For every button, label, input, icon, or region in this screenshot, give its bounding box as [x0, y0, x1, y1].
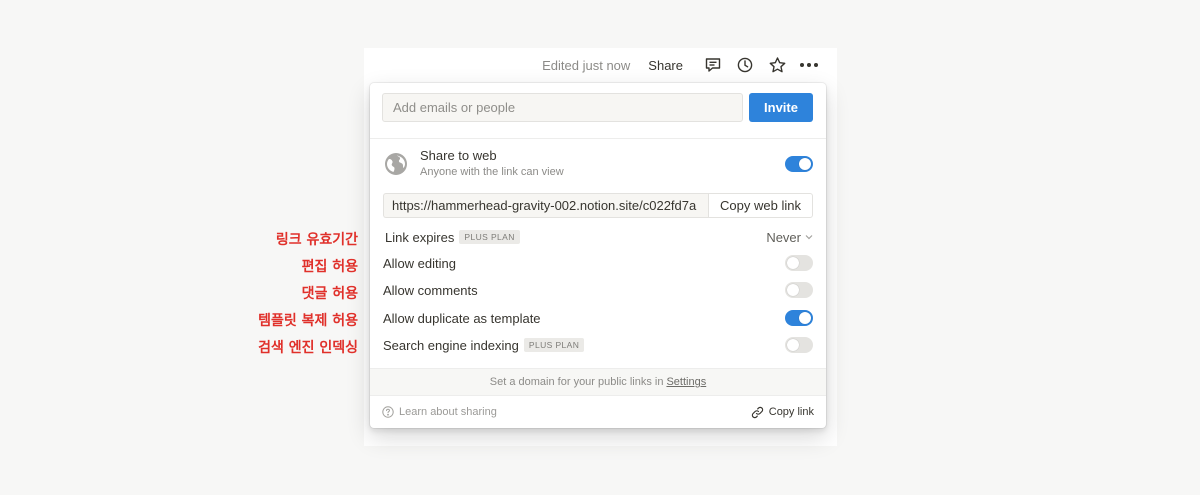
learn-about-sharing-link[interactable]: Learn about sharing — [382, 406, 497, 418]
toggle-knob — [787, 284, 799, 296]
share-to-web-title: Share to web — [420, 148, 497, 163]
allow-comments-row: Allow comments — [383, 280, 813, 300]
share-to-web-toggle[interactable] — [785, 156, 813, 172]
globe-icon — [385, 153, 407, 175]
toggle-knob — [787, 257, 799, 269]
more-icon[interactable] — [793, 51, 825, 79]
allow-duplicate-toggle[interactable] — [785, 310, 813, 326]
page-topbar: Edited just now Share — [364, 48, 837, 82]
help-icon — [382, 406, 394, 418]
allow-editing-label: Allow editing — [383, 255, 456, 271]
share-button[interactable]: Share — [648, 58, 683, 73]
invite-row: Invite — [382, 93, 813, 122]
web-link-url[interactable]: https://hammerhead-gravity-002.notion.si… — [383, 193, 708, 218]
link-icon — [751, 406, 763, 418]
link-expires-label: Link expires — [385, 229, 455, 245]
dialog-footer: Learn about sharing Copy link — [382, 401, 814, 423]
annotation-link-expiry: 링크 유효기간 — [275, 232, 358, 248]
toggle-knob — [787, 339, 799, 351]
stage: Edited just now Share Add emails or peop… — [0, 0, 1200, 495]
share-to-web-subtitle: Anyone with the link can view — [420, 166, 564, 178]
allow-editing-row: Allow editing — [383, 253, 813, 273]
copy-link-label: Copy link — [768, 406, 814, 418]
plus-plan-badge: PLUS PLAN — [459, 230, 520, 244]
email-input[interactable] — [382, 93, 743, 122]
allow-comments-label: Allow comments — [383, 282, 478, 298]
share-dialog: Invite Share to web Anyone with the link… — [370, 83, 826, 428]
annotation-allow-comments: 댓글 허용 — [301, 286, 358, 302]
history-icon[interactable] — [729, 51, 761, 79]
share-to-web-row: Share to web Anyone with the link can vi… — [384, 147, 813, 181]
link-expires-value: Never — [766, 229, 801, 245]
link-expires-row: Link expires PLUS PLAN Never — [383, 227, 813, 247]
domain-note-text: Set a domain for your public links in — [489, 376, 664, 388]
search-indexing-label: Search engine indexing — [383, 337, 519, 353]
search-indexing-toggle[interactable] — [785, 337, 813, 353]
copy-link-button[interactable]: Copy link — [751, 406, 814, 419]
chevron-down-icon — [805, 235, 813, 240]
copy-web-link-button[interactable]: Copy web link — [708, 193, 813, 218]
annotation-allow-duplicate: 템플릿 복제 허용 — [258, 313, 358, 329]
star-icon[interactable] — [761, 51, 793, 79]
annotation-allow-editing: 편집 허용 — [301, 259, 358, 275]
share-to-web-text: Share to web Anyone with the link can vi… — [420, 148, 785, 180]
allow-editing-toggle[interactable] — [785, 255, 813, 271]
annotation-search-indexing: 검색 엔진 인덱싱 — [258, 340, 358, 356]
toggle-knob — [799, 312, 811, 324]
learn-about-sharing-label: Learn about sharing — [399, 406, 497, 418]
allow-comments-toggle[interactable] — [785, 282, 813, 298]
settings-link[interactable]: Settings — [666, 376, 706, 388]
toggle-knob — [799, 158, 811, 170]
link-expires-select[interactable]: Never — [766, 230, 813, 245]
web-link-row: https://hammerhead-gravity-002.notion.si… — [383, 193, 813, 218]
domain-note: Set a domain for your public links in Se… — [370, 368, 826, 396]
plus-plan-badge: PLUS PLAN — [523, 338, 585, 352]
comment-icon[interactable] — [697, 51, 729, 79]
allow-duplicate-row: Allow duplicate as template — [383, 308, 813, 328]
search-indexing-row: Search engine indexing PLUS PLAN — [383, 335, 813, 355]
edited-status: Edited just now — [542, 57, 631, 73]
allow-duplicate-label: Allow duplicate as template — [383, 310, 541, 326]
invite-button[interactable]: Invite — [749, 93, 813, 122]
divider — [370, 138, 826, 139]
